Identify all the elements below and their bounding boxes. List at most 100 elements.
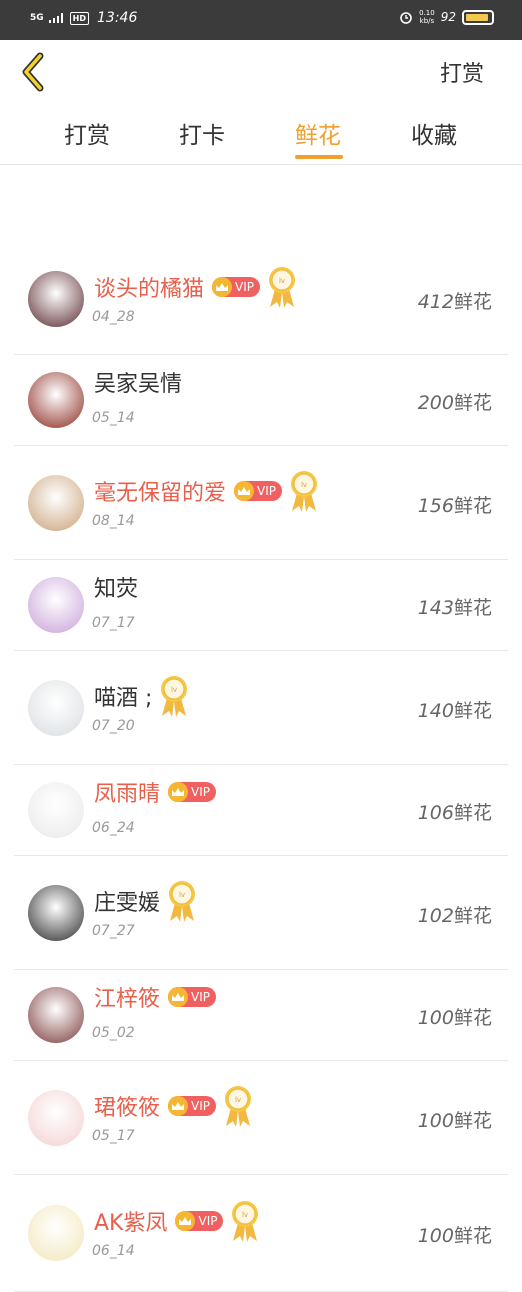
battery-percent: 92 <box>440 10 456 24</box>
battery-icon <box>462 9 494 25</box>
gift-date: 07_27 <box>92 922 135 939</box>
gift-date: 05_14 <box>92 410 135 426</box>
list-item[interactable]: 吴家吴情 05_14 200鲜花 <box>14 355 508 446</box>
network-speed: 0.10 kb/s <box>419 9 435 25</box>
avatar[interactable] <box>28 987 84 1043</box>
user-name[interactable]: 知荧 <box>94 571 138 603</box>
medal-icon: lv <box>225 1085 251 1127</box>
tab-reward[interactable]: 打赏 <box>42 116 132 150</box>
avatar[interactable] <box>28 577 84 633</box>
avatar[interactable] <box>28 1089 84 1146</box>
list-item[interactable]: 谈头的橘猫 VIP lv 04_28 412鲜花 <box>14 244 508 355</box>
crown-icon <box>168 987 189 1007</box>
list-item[interactable]: 毫无保留的爱 VIP lv 08_14 156鲜花 <box>14 446 508 560</box>
name-line: AK紫凤 VIP lv <box>94 1199 261 1243</box>
flower-count: 200鲜花 <box>418 388 492 415</box>
svg-text:lv: lv <box>179 891 185 899</box>
vip-badge: VIP <box>168 1095 216 1116</box>
tab-flowers[interactable]: 鲜花 <box>273 116 363 150</box>
count-value: 143 <box>417 597 454 619</box>
flower-count: 156鲜花 <box>418 491 492 518</box>
network-indicator: 5G <box>30 12 44 23</box>
user-name[interactable]: 江梓筱 <box>94 981 160 1013</box>
flower-count: 412鲜花 <box>418 287 492 314</box>
user-name[interactable]: 喵酒 ; <box>94 680 152 712</box>
tab-bar: 打赏 打卡 鲜花 收藏 <box>0 104 522 165</box>
tab-favorites[interactable]: 收藏 <box>389 116 479 150</box>
name-line: 江梓筱 VIP <box>94 981 216 1013</box>
avatar[interactable] <box>28 372 84 428</box>
avatar[interactable] <box>28 271 84 327</box>
flower-count: 102鲜花 <box>418 901 492 928</box>
avatar[interactable] <box>28 782 84 838</box>
avatar[interactable] <box>28 1205 84 1261</box>
vip-badge: VIP <box>234 480 282 501</box>
gift-date: 05_02 <box>92 1025 135 1041</box>
avatar[interactable] <box>28 884 84 941</box>
avatar[interactable] <box>28 474 84 531</box>
count-unit: 鲜花 <box>453 1225 492 1247</box>
name-line: 吴家吴情 <box>94 366 182 398</box>
user-name[interactable]: 庄雯媛 <box>94 885 160 917</box>
count-value: 100 <box>417 1007 454 1029</box>
user-name[interactable]: AK紫凤 <box>94 1205 167 1237</box>
flower-count: 106鲜花 <box>418 798 492 825</box>
vip-label: VIP <box>191 1098 210 1113</box>
count-unit: 鲜花 <box>453 291 492 313</box>
vip-label: VIP <box>235 280 254 294</box>
medal-icon: lv <box>161 675 188 717</box>
count-value: 102 <box>417 904 454 927</box>
crown-icon <box>212 277 233 297</box>
user-name[interactable]: 珺筱筱 <box>94 1090 160 1122</box>
gift-date: 06_24 <box>92 820 135 836</box>
back-button[interactable] <box>14 50 54 94</box>
medal-badge: lv <box>222 1084 254 1128</box>
vip-badge: VIP <box>168 987 216 1007</box>
gift-date: 08_14 <box>92 512 135 529</box>
vip-badge: VIP <box>175 1211 224 1231</box>
list-item[interactable]: 珺筱筱 VIP lv 05_17 100鲜花 <box>14 1061 508 1175</box>
count-value: 100 <box>417 1109 454 1132</box>
medal-icon: lv <box>169 880 196 922</box>
count-value: 412 <box>417 291 454 313</box>
svg-text:lv: lv <box>171 686 177 694</box>
count-value: 106 <box>417 802 454 824</box>
gift-date: 07_20 <box>92 717 135 734</box>
chevron-left-icon <box>22 52 44 92</box>
svg-text:lv: lv <box>279 277 285 285</box>
list-item[interactable]: 喵酒 ; lv 07_20 140鲜花 <box>14 651 508 765</box>
flower-count: 100鲜花 <box>418 1106 492 1133</box>
flower-count: 100鲜花 <box>418 1003 492 1030</box>
count-value: 156 <box>417 494 454 517</box>
count-value: 100 <box>417 1225 454 1247</box>
medal-icon: lv <box>232 1201 259 1242</box>
user-name[interactable]: 凤雨晴 <box>94 776 160 808</box>
flower-count: 143鲜花 <box>418 593 492 620</box>
name-line: 凤雨晴 VIP <box>94 776 216 808</box>
tab-checkin[interactable]: 打卡 <box>157 116 247 150</box>
battery-fill <box>466 13 489 21</box>
count-unit: 鲜花 <box>453 1007 492 1029</box>
list-item[interactable]: AK紫凤 VIP lv 06_14 100鲜花 <box>14 1175 508 1292</box>
vip-label: VIP <box>191 785 210 799</box>
count-unit: 鲜花 <box>453 597 492 619</box>
name-line: 毫无保留的爱 VIP lv <box>94 469 320 513</box>
gift-date: 05_17 <box>92 1127 135 1144</box>
reward-button[interactable]: 打赏 <box>440 56 484 88</box>
list-item[interactable]: 庄雯媛 lv 07_27 102鲜花 <box>14 856 508 970</box>
user-name[interactable]: 毫无保留的爱 <box>94 475 226 507</box>
medal-badge: lv <box>288 469 320 513</box>
name-line: 珺筱筱 VIP lv <box>94 1084 254 1128</box>
flower-count: 100鲜花 <box>418 1221 492 1248</box>
list-item[interactable]: 江梓筱 VIP 05_02 100鲜花 <box>14 970 508 1061</box>
flower-count: 140鲜花 <box>418 696 492 723</box>
top-bar: 打赏 <box>0 40 522 104</box>
svg-text:lv: lv <box>301 481 307 489</box>
list-item[interactable]: 凤雨晴 VIP 06_24 106鲜花 <box>14 765 508 856</box>
list-item[interactable]: 知荧 07_17 143鲜花 <box>14 560 508 651</box>
user-name[interactable]: 吴家吴情 <box>94 366 182 398</box>
active-tab-indicator <box>295 155 343 159</box>
gift-date: 04_28 <box>92 309 135 325</box>
avatar[interactable] <box>28 679 84 736</box>
user-name[interactable]: 谈头的橘猫 <box>94 271 204 303</box>
